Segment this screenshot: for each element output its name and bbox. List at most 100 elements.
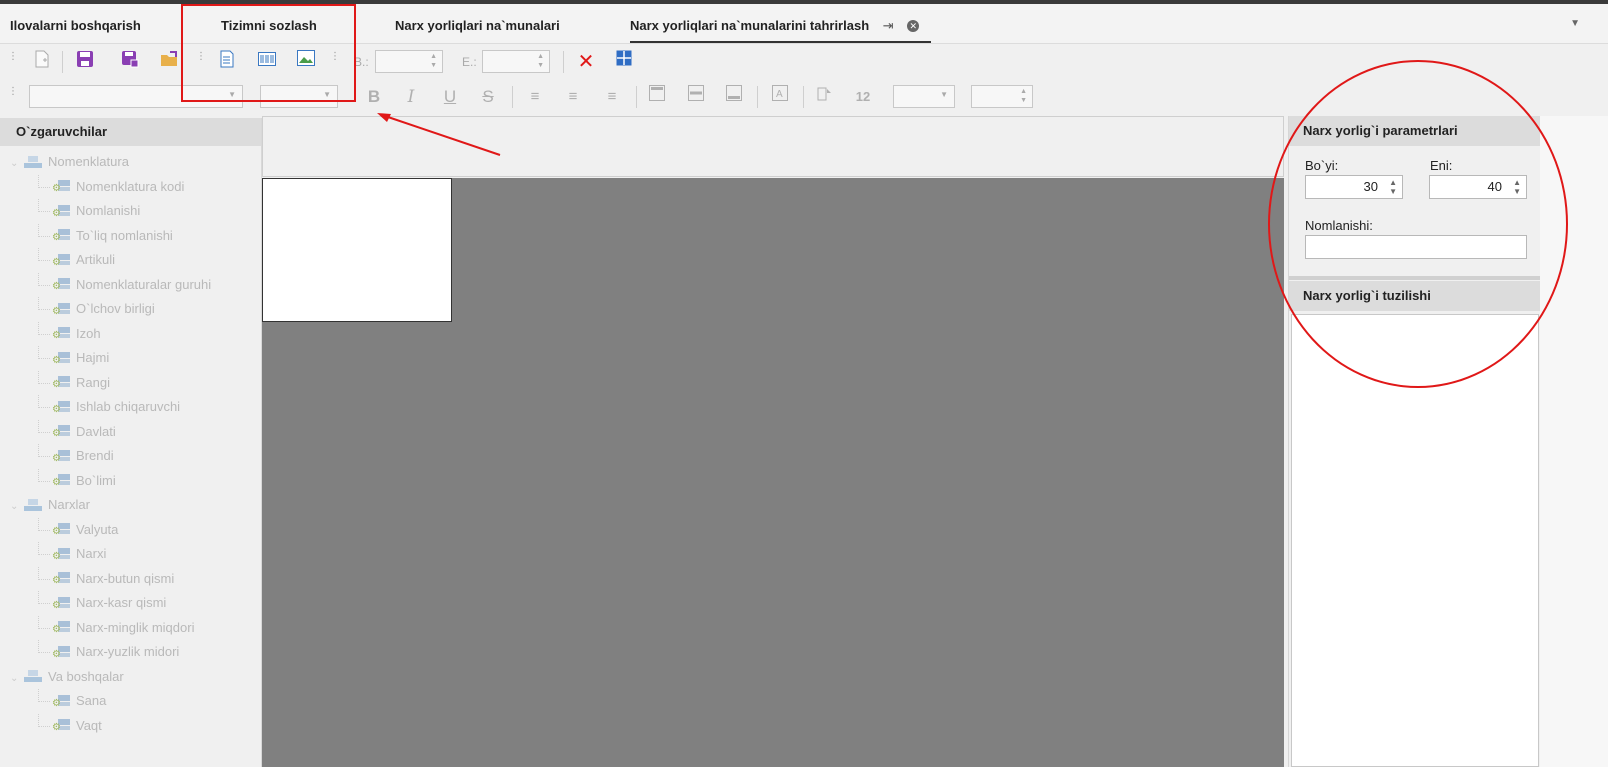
group-icon [24, 155, 42, 170]
tree-item[interactable]: O`lchov birligi [0, 297, 261, 322]
valign-bottom-icon[interactable] [722, 85, 746, 109]
tree-connector [38, 615, 50, 629]
tree-connector [38, 591, 50, 604]
tree-connector [38, 713, 50, 727]
italic-icon[interactable]: I [399, 85, 423, 109]
tree-connector [38, 566, 50, 580]
tree-item[interactable]: Sana [0, 689, 261, 714]
valign-middle-icon[interactable] [684, 85, 708, 109]
annotation-rectangle [181, 4, 356, 102]
tree-item[interactable]: Vaqt [0, 713, 261, 739]
text-frame-icon[interactable]: A [768, 85, 792, 109]
tree-group[interactable]: ⌄ Nomenklatura [0, 150, 261, 175]
open-folder-icon[interactable] [158, 50, 182, 74]
b-input[interactable]: ▲ ▼ [375, 50, 443, 73]
spin-icon[interactable]: ▲ ▼ [1020, 87, 1027, 105]
e-input[interactable]: ▲ ▼ [482, 50, 550, 73]
svg-text:A: A [776, 89, 783, 100]
tree-item[interactable]: Bo`limi [0, 468, 261, 494]
tree-item[interactable]: Ishlab chiqaruvchi [0, 395, 261, 420]
align-center-icon[interactable]: ≡ [561, 85, 585, 109]
bold-icon[interactable]: B [362, 85, 386, 109]
tab-list-dropdown-icon[interactable]: ▼ [1570, 18, 1580, 29]
close-icon[interactable]: ✕ [907, 19, 920, 32]
tree-item[interactable]: Nomlanishi [0, 199, 261, 224]
variable-icon [52, 351, 70, 366]
spin-icon[interactable]: ▲ ▼ [430, 52, 437, 70]
group-icon [24, 498, 42, 513]
variable-icon [52, 376, 70, 391]
variable-icon [52, 621, 70, 636]
variables-panel-title: O`zgaruvchilar [0, 118, 261, 146]
expand-toggle-icon[interactable]: ⌄ [10, 495, 24, 519]
tree-connector [38, 297, 50, 310]
tab-narx-tahrirlash[interactable]: Narx yorliqlari na`munalarini tahrirlash… [630, 4, 932, 43]
tree-item-label: Nomenklatura kodi [76, 178, 185, 194]
tree-connector [38, 223, 50, 237]
tree-item[interactable]: To`liq nomlanishi [0, 223, 261, 249]
tree-connector [38, 272, 50, 286]
new-document-icon[interactable] [30, 50, 54, 74]
design-canvas[interactable] [262, 178, 1284, 767]
tree-item[interactable]: Narx-kasr qismi [0, 591, 261, 616]
strikethrough-icon[interactable]: S [476, 85, 500, 109]
toolbar-grip[interactable]: ⋮ [8, 87, 18, 105]
tree-group-label: Nomenklatura [48, 154, 129, 169]
annotation-arrow [377, 113, 501, 156]
save-as-icon[interactable] [118, 50, 142, 74]
font-size-number[interactable]: 12 [851, 85, 875, 109]
tree-connector [38, 395, 50, 408]
tree-item[interactable]: Valyuta [0, 517, 261, 543]
variable-icon [52, 278, 70, 293]
underline-icon[interactable]: U [438, 85, 462, 109]
tree-item[interactable]: Davlati [0, 419, 261, 445]
tree-group[interactable]: ⌄ Va boshqalar [0, 665, 261, 690]
pin-icon[interactable]: ⇥ [883, 4, 894, 48]
toolbar-separator [563, 51, 564, 73]
tree-connector [38, 419, 50, 433]
grid-icon[interactable] [612, 50, 636, 74]
tab-ilovalar[interactable]: Ilovalarni boshqarish [10, 4, 141, 43]
tree-item[interactable]: Narxi [0, 542, 261, 567]
toolbar-separator [512, 86, 513, 108]
variables-tree: ⌄ Nomenklatura Nomenklatura kodi Nomlanishi… [0, 146, 261, 738]
tree-item-label: Narxi [76, 546, 107, 561]
expand-toggle-icon[interactable]: ⌄ [10, 667, 24, 691]
variable-icon [52, 547, 70, 562]
save-icon[interactable] [73, 50, 97, 74]
tree-item[interactable]: Artikuli [0, 248, 261, 273]
spin-icon[interactable]: ▲ ▼ [537, 52, 544, 70]
toolbar-grip[interactable]: ⋮ [8, 52, 18, 70]
size-select[interactable]: ▼ [893, 85, 955, 108]
tree-group[interactable]: ⌄ Narxlar [0, 493, 261, 518]
tree-item[interactable]: Brendi [0, 444, 261, 469]
tree-item[interactable]: Hajmi [0, 346, 261, 371]
toolbar-separator [636, 86, 637, 108]
tree-item[interactable]: Rangi [0, 370, 261, 396]
tab-label: Narx yorliqlari na`munalari [395, 18, 560, 33]
valign-top-icon[interactable] [645, 85, 669, 109]
tree-item[interactable]: Narx-yuzlik midori [0, 640, 261, 665]
tree-item[interactable]: Izoh [0, 321, 261, 347]
variable-icon [52, 327, 70, 342]
tree-item-label: Bo`limi [76, 472, 116, 488]
tree-item[interactable]: Nomenklaturalar guruhi [0, 272, 261, 298]
tree-item[interactable]: Narx-minglik miqdori [0, 615, 261, 641]
toolbar-separator [803, 86, 804, 108]
variable-icon [52, 694, 70, 709]
tree-item[interactable]: Nomenklatura kodi [0, 174, 261, 200]
rotate-icon[interactable] [812, 85, 836, 109]
size-stepper[interactable]: ▲ ▼ [971, 85, 1033, 108]
tab-narx-namunalari[interactable]: Narx yorliqlari na`munalari [395, 4, 560, 43]
tree-group-label: Va boshqalar [48, 668, 124, 684]
variable-icon [52, 180, 70, 195]
tree-item-label: Valyuta [76, 521, 119, 537]
delete-icon[interactable]: ✕ [574, 50, 598, 74]
price-label-preview[interactable] [262, 178, 452, 322]
align-right-icon[interactable]: ≡ [600, 85, 624, 109]
tree-item-label: Sana [76, 693, 107, 708]
align-left-icon[interactable]: ≡ [523, 85, 547, 109]
expand-toggle-icon[interactable]: ⌄ [10, 152, 24, 176]
toolbar-separator [757, 86, 758, 108]
tree-item[interactable]: Narx-butun qismi [0, 566, 261, 592]
